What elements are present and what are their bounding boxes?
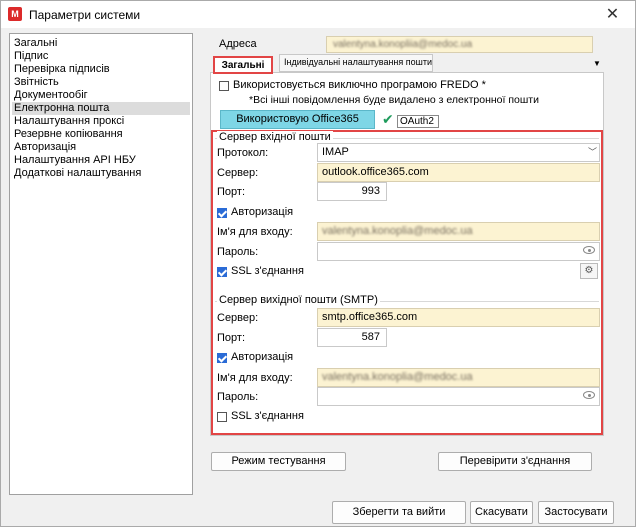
nav-item-authorization[interactable]: Авторизація — [12, 141, 190, 154]
outgoing-port-input[interactable]: 587 — [317, 328, 387, 347]
fredo-only-label: Використовується виключно програмою FRED… — [233, 79, 486, 91]
nav-item-email[interactable]: Електронна пошта — [12, 102, 190, 115]
save-and-exit-button[interactable]: Зберегти та вийти — [332, 501, 466, 524]
settings-window: M Параметри системи ✕ Загальні Підпис Пе… — [0, 0, 636, 527]
outgoing-ssl-checkbox[interactable] — [217, 412, 227, 422]
address-label: Адреса — [219, 38, 257, 50]
app-logo-icon: M — [8, 7, 22, 21]
oauth2-label: OAuth2 — [397, 115, 439, 128]
incoming-ssl-label: SSL з'єднання — [231, 265, 304, 277]
incoming-auth-label: Авторизація — [231, 206, 294, 218]
outgoing-server-label: Сервер: — [217, 312, 259, 324]
protocol-label: Протокол: — [217, 147, 269, 159]
nav-item-reporting[interactable]: Звітність — [12, 76, 190, 89]
incoming-group-title: Сервер вхідної пошти — [217, 131, 333, 143]
cancel-button[interactable]: Скасувати — [470, 501, 533, 524]
incoming-port-label: Порт: — [217, 186, 245, 198]
fredo-note: *Всі інші повідомлення буде видалено з е… — [249, 94, 539, 106]
checkmark-icon: ✔ — [382, 111, 394, 127]
nav-item-signature[interactable]: Підпис — [12, 50, 190, 63]
outgoing-ssl-label: SSL з'єднання — [231, 410, 304, 422]
use-office365-button[interactable]: Використовую Office365 — [220, 110, 375, 129]
incoming-port-input[interactable]: 993 — [317, 182, 387, 201]
incoming-login-label: Ім'я для входу: — [217, 226, 293, 238]
nav-item-additional[interactable]: Додаткові налаштування — [12, 167, 190, 180]
chevron-down-icon: ﹀ — [587, 147, 597, 157]
outgoing-password-input[interactable] — [317, 387, 600, 406]
incoming-auth-checkbox[interactable] — [217, 208, 227, 218]
tab-individual-mail-settings[interactable]: Індивідуальні налаштування пошти — [279, 54, 433, 72]
protocol-select[interactable]: IMAP ﹀ — [317, 143, 600, 162]
tabs-dropdown-icon[interactable]: ▼ — [593, 59, 601, 68]
incoming-server-input[interactable]: outlook.office365.com — [317, 163, 600, 182]
incoming-login-value: valentyna.konoplia@medoc.ua — [322, 225, 473, 237]
test-mode-button[interactable]: Режим тестування — [211, 452, 346, 471]
incoming-password-input[interactable] — [317, 242, 600, 261]
outgoing-auth-checkbox[interactable] — [217, 353, 227, 363]
outgoing-password-label: Пароль: — [217, 391, 259, 403]
incoming-password-label: Пароль: — [217, 246, 259, 258]
eye-icon[interactable] — [583, 391, 595, 399]
address-field[interactable]: valentyna.konopliia@medoc.ua — [326, 36, 593, 53]
nav-item-nbu-api[interactable]: Налаштування API НБУ — [12, 154, 190, 167]
settings-nav-list[interactable]: Загальні Підпис Перевірка підписів Звітн… — [9, 33, 193, 495]
title-bar: M Параметри системи ✕ — [1, 1, 635, 28]
address-value: valentyna.konopliia@medoc.ua — [333, 39, 473, 50]
outgoing-port-label: Порт: — [217, 332, 245, 344]
ssl-settings-icon[interactable]: ⚙ — [580, 263, 598, 279]
outgoing-login-value: valentyna.konoplia@medoc.ua — [322, 371, 473, 383]
check-connection-button[interactable]: Перевірити з'єднання — [438, 452, 592, 471]
nav-item-document-flow[interactable]: Документообіг — [12, 89, 190, 102]
outgoing-server-input[interactable]: smtp.office365.com — [317, 308, 600, 327]
nav-item-backup[interactable]: Резервне копіювання — [12, 128, 190, 141]
fredo-only-checkbox[interactable] — [219, 81, 229, 91]
incoming-server-label: Сервер: — [217, 167, 259, 179]
incoming-ssl-checkbox[interactable] — [217, 267, 227, 277]
nav-item-signature-check[interactable]: Перевірка підписів — [12, 63, 190, 76]
outgoing-auth-label: Авторизація — [231, 351, 294, 363]
eye-icon[interactable] — [583, 246, 595, 254]
nav-item-general[interactable]: Загальні — [12, 37, 190, 50]
window-title: Параметри системи — [29, 8, 141, 22]
outgoing-login-input[interactable]: valentyna.konoplia@medoc.ua — [317, 368, 600, 387]
tab-general[interactable]: Загальні — [213, 56, 273, 74]
nav-item-proxy[interactable]: Налаштування проксі — [12, 115, 190, 128]
close-icon[interactable]: ✕ — [590, 1, 635, 28]
apply-button[interactable]: Застосувати — [538, 501, 614, 524]
outgoing-login-label: Ім'я для входу: — [217, 372, 293, 384]
outgoing-group-title: Сервер вихідної пошти (SMTP) — [217, 294, 380, 306]
incoming-login-input[interactable]: valentyna.konoplia@medoc.ua — [317, 222, 600, 241]
protocol-value: IMAP — [322, 146, 349, 158]
